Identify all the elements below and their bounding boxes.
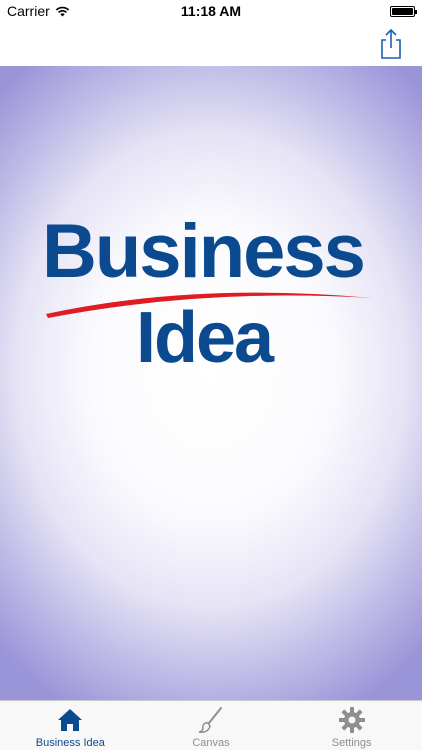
tab-settings[interactable]: Settings: [281, 701, 422, 750]
splash-background: Business Idea: [0, 66, 422, 700]
logo-text-idea: Idea: [136, 298, 274, 378]
brush-icon: [196, 706, 226, 734]
share-button[interactable]: [378, 28, 404, 60]
home-icon: [55, 706, 85, 734]
tab-label: Canvas: [192, 737, 230, 749]
battery-fill: [392, 7, 413, 15]
tab-label: Settings: [331, 737, 372, 749]
status-time: 11:18 AM: [180, 3, 242, 19]
tab-bar: Business Idea Canvas Settings: [0, 700, 422, 750]
tab-business-idea[interactable]: Business Idea: [0, 701, 141, 750]
battery-icon: [390, 5, 417, 17]
tab-canvas[interactable]: Canvas: [141, 701, 282, 750]
share-icon: [381, 28, 401, 59]
status-bar: Carrier 11:18 AM: [0, 0, 422, 22]
business-idea-logo: Business Idea: [0, 210, 422, 378]
gear-icon: [337, 706, 367, 734]
navigation-bar: [0, 22, 422, 66]
tab-label: Business Idea: [35, 737, 105, 749]
